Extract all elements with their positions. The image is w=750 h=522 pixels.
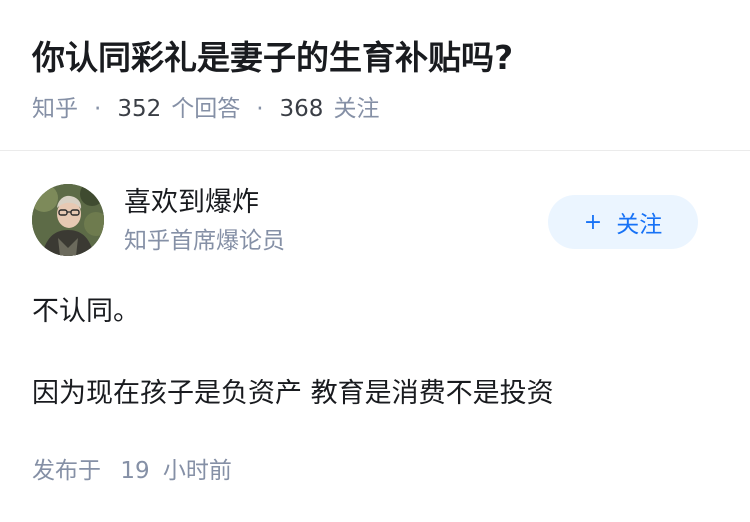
answer-content: 不认同。 因为现在孩子是负资产 教育是消费不是投资: [32, 290, 722, 416]
answer-count: 352: [117, 96, 162, 122]
header-divider: [0, 150, 750, 151]
follow-button-label: 关注: [616, 212, 663, 238]
author-bio: 知乎首席爆论员: [124, 228, 285, 254]
source-label: 知乎: [32, 96, 78, 122]
answer-paragraph: 因为现在孩子是负资产 教育是消费不是投资: [32, 378, 554, 409]
answer-count-label: 个回答: [171, 96, 241, 122]
publish-time: 发布于 19 小时前: [32, 453, 232, 489]
avatar[interactable]: [32, 184, 104, 256]
follower-count-label: 关注: [333, 96, 380, 122]
meta-separator: ·: [94, 96, 102, 122]
publish-time-suffix: 小时前: [162, 458, 232, 484]
author-name[interactable]: 喜欢到爆炸: [124, 184, 259, 222]
author-row: 喜欢到爆炸 知乎首席爆论员 + 关注: [0, 180, 750, 270]
answer-paragraph: 不认同。: [32, 296, 140, 327]
question-header: 你认同彩礼是妻子的生育补贴吗? 知乎 · 352 个回答 · 368 关注: [0, 0, 750, 150]
publish-time-prefix: 发布于: [32, 458, 101, 484]
plus-icon: +: [583, 209, 603, 235]
question-title[interactable]: 你认同彩礼是妻子的生育补贴吗?: [32, 34, 513, 82]
meta-separator: ·: [256, 96, 264, 122]
answer-page: 你认同彩礼是妻子的生育补贴吗? 知乎 · 352 个回答 · 368 关注 喜欢…: [0, 0, 750, 522]
follower-count: 368: [279, 96, 324, 122]
publish-time-number: 19: [120, 458, 150, 484]
follow-button[interactable]: + 关注: [548, 195, 698, 249]
question-meta: 知乎 · 352 个回答 · 368 关注: [32, 91, 379, 127]
